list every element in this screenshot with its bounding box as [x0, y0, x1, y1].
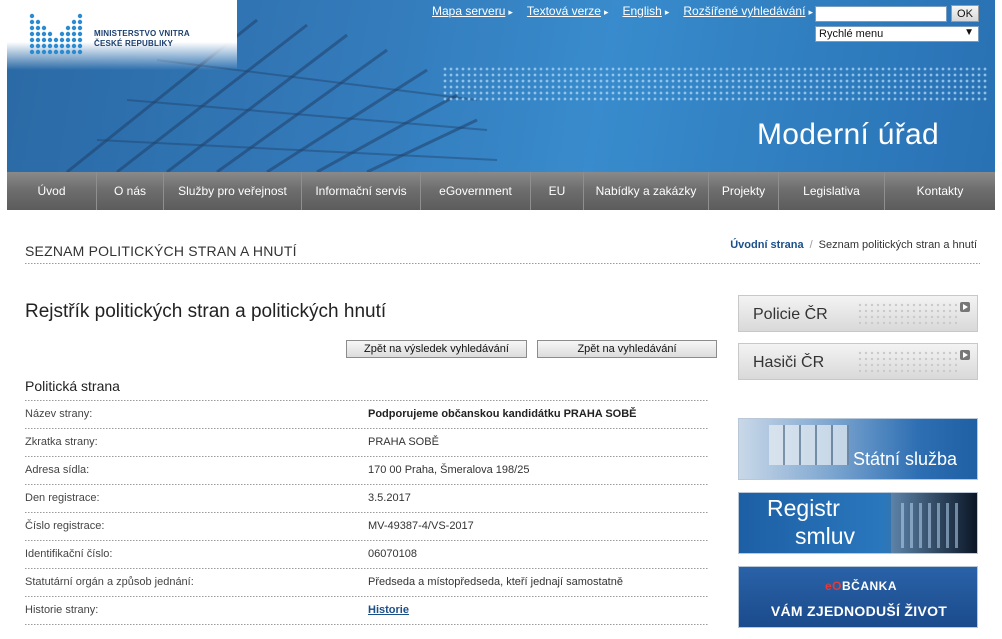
breadcrumb-current: Seznam politických stran a hnutí [818, 239, 977, 251]
detail-row-abbreviation: Zkratka strany: PRAHA SOBĚ [25, 429, 708, 457]
binders-graphic [769, 425, 849, 465]
nav-item-nabidky[interactable]: Nabídky a zakázky [584, 172, 709, 210]
eobcanka-logo: eOBČANKA [825, 579, 897, 593]
breadcrumb-home-link[interactable]: Úvodní strana [730, 239, 803, 251]
banner-registr-line1: Registr [767, 495, 840, 521]
row-value: Předseda a místopředseda, kteří jednají … [368, 576, 623, 588]
row-value: 3.5.2017 [368, 492, 411, 504]
header-tagline: Moderní úřad [756, 118, 939, 151]
sidebar-policie-button[interactable]: Policie ČR [738, 295, 978, 332]
back-to-search-button[interactable]: Zpět na vyhledávání [537, 340, 717, 358]
sidebar-hasici-button[interactable]: Hasiči ČR [738, 343, 978, 380]
detail-row-registration-date: Den registrace: 3.5.2017 [25, 485, 708, 513]
nav-item-projekty[interactable]: Projekty [709, 172, 779, 210]
nav-item-uvod[interactable]: Úvod [7, 172, 97, 210]
row-value: 170 00 Praha, Šmeralova 198/25 [368, 464, 530, 476]
row-label: Adresa sídla: [25, 464, 90, 476]
row-label: Zkratka strany: [25, 436, 98, 448]
play-arrow-icon [960, 302, 970, 312]
logo-line-1: MINISTERSTVO VNITRA [94, 29, 190, 38]
breadcrumb-separator: / [809, 239, 813, 251]
sidebar-hasici-label: Hasiči ČR [753, 354, 825, 371]
detail-row-registration-number: Číslo registrace: MV-49387-4/VS-2017 [25, 513, 708, 541]
row-label: Identifikační číslo: [25, 548, 113, 560]
top-links: Mapa serveru Textová verze English Rozší… [432, 4, 813, 18]
row-value: MV-49387-4/VS-2017 [368, 520, 474, 532]
banner-registr-line2: smluv [795, 523, 856, 549]
quick-menu-value: Rychlé menu [819, 28, 884, 40]
nav-item-eu[interactable]: EU [531, 172, 584, 210]
detail-row-id-number: Identifikační číslo: 06070108 [25, 541, 708, 569]
banner-statni-sluzba[interactable]: Státní služba [738, 418, 978, 480]
history-link[interactable]: Historie [368, 604, 409, 616]
row-value: 06070108 [368, 548, 417, 560]
eobcanka-logo-rest: BČANKA [842, 579, 898, 593]
server-room-graphic [891, 493, 977, 553]
sidebar-dot-pattern [857, 302, 957, 328]
link-text-version[interactable]: Textová verze [527, 4, 609, 18]
breadcrumb: Úvodní strana / Seznam politických stran a… [730, 239, 977, 251]
row-label: Číslo registrace: [25, 520, 105, 532]
section-title: Politická strana [25, 378, 120, 394]
back-to-results-button[interactable]: Zpět na výsledek vyhledávání [346, 340, 527, 358]
link-advanced-search[interactable]: Rozšířené vyhledávání [683, 4, 813, 18]
nav-item-kontakty[interactable]: Kontakty [885, 172, 995, 210]
play-arrow-icon [960, 350, 970, 360]
banner-eobcanka[interactable]: eOBČANKA VÁM ZJEDNODUŠÍ ŽIVOT [738, 566, 978, 628]
header-dot-pattern [442, 66, 987, 102]
row-value: PRAHA SOBĚ [368, 436, 439, 448]
banner-statni-label: Státní služba [852, 449, 957, 469]
nav-item-informacni-servis[interactable]: Informační servis [302, 172, 421, 210]
row-label: Historie strany: [25, 604, 99, 616]
detail-row-history: Historie strany: Historie [25, 597, 708, 625]
search-ok-button[interactable]: OK [951, 5, 979, 22]
quick-menu-select[interactable]: Rychlé menu ▼ [815, 26, 979, 42]
ministry-logo-icon [29, 13, 83, 55]
sidebar-dot-pattern [857, 350, 957, 376]
row-label: Den registrace: [25, 492, 100, 504]
eobcanka-logo-prefix: eO [825, 579, 843, 593]
nav-item-legislativa[interactable]: Legislativa [779, 172, 885, 210]
dropdown-arrow-icon: ▼ [964, 27, 974, 38]
title-divider [25, 263, 980, 264]
page-title: SEZNAM POLITICKÝCH STRAN A HNUTÍ [25, 243, 297, 259]
nav-item-egovernment[interactable]: eGovernment [421, 172, 531, 210]
row-label: Název strany: [25, 408, 93, 420]
content-heading: Rejstřík politických stran a politických… [25, 301, 387, 322]
banner-registr-smluv[interactable]: Registr smluv [738, 492, 978, 554]
detail-row-name: Název strany: Podporujeme občanskou kand… [25, 401, 708, 429]
link-sitemap[interactable]: Mapa serveru [432, 4, 513, 18]
main-nav: Úvod O nás Služby pro veřejnost Informač… [7, 172, 995, 210]
logo-line-2: ČESKÉ REPUBLIKY [94, 39, 174, 48]
ministry-logo[interactable]: MINISTERSTVO VNITRA ČESKÉ REPUBLIKY [28, 12, 208, 58]
detail-row-address: Adresa sídla: 170 00 Praha, Šmeralova 19… [25, 457, 708, 485]
detail-row-statutory-body: Statutární orgán a způsob jednání: Předs… [25, 569, 708, 597]
link-english[interactable]: English [622, 4, 669, 18]
nav-item-o-nas[interactable]: O nás [97, 172, 164, 210]
nav-item-sluzby[interactable]: Služby pro veřejnost [164, 172, 302, 210]
ministry-logo-text: MINISTERSTVO VNITRA ČESKÉ REPUBLIKY [94, 29, 190, 49]
sidebar-policie-label: Policie ČR [753, 306, 828, 323]
eobcanka-slogan: VÁM ZJEDNODUŠÍ ŽIVOT [770, 603, 948, 619]
row-label: Statutární orgán a způsob jednání: [25, 576, 194, 588]
row-divider [25, 624, 708, 625]
search-input[interactable] [815, 6, 947, 22]
row-value: Podporujeme občanskou kandidátku PRAHA S… [368, 408, 637, 420]
